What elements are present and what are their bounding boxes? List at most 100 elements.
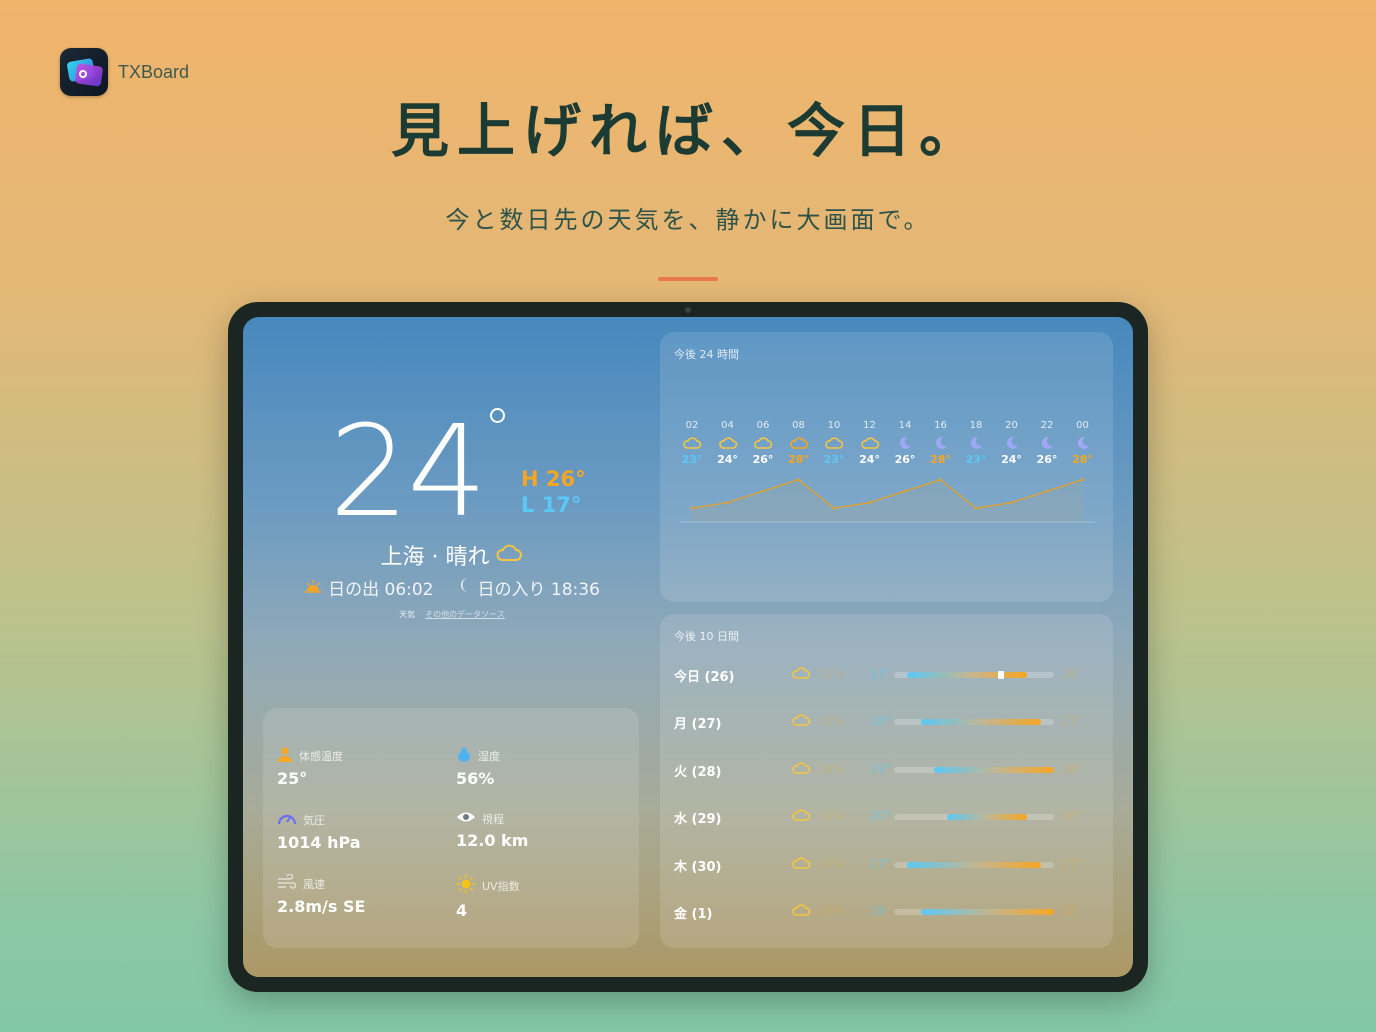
detail-value: 1014 hPa <box>277 833 361 852</box>
detail-label: 視程 <box>482 812 504 826</box>
temp-range-track <box>894 909 1054 915</box>
day-high: 28° <box>1062 761 1084 776</box>
data-attribution: 天気 その他のデータソース <box>243 609 661 620</box>
hour-label: 22 <box>1040 420 1054 431</box>
hourly-point <box>1010 501 1013 505</box>
droplet-icon <box>456 746 472 765</box>
hour-label: 12 <box>863 420 876 431</box>
daily-row: 今日 (26) 10% 17° 26° <box>674 664 1099 685</box>
hour-column: 14 26° <box>887 420 923 466</box>
cloud-icon <box>852 433 888 453</box>
hourly-area <box>692 479 1083 522</box>
hourly-point <box>903 489 907 493</box>
moon-icon <box>994 433 1030 453</box>
precip-chance: 10% <box>818 809 845 824</box>
detail-value: 25° <box>277 769 308 788</box>
day-name: 火 (28) <box>674 764 722 780</box>
current-temp-marker <box>997 671 1004 679</box>
detail-feels-like: 体感温度 25° <box>277 746 447 788</box>
detail-value: 4 <box>456 901 468 920</box>
subline: 今と数日先の天気を、静かに大画面で。 <box>445 206 931 234</box>
detail-label: 湿度 <box>478 749 500 763</box>
hour-column: 20 24° <box>994 420 1030 466</box>
sunrise-label: 日の出 06:02 <box>328 580 434 600</box>
person-icon <box>277 746 293 765</box>
cloud-icon <box>791 712 811 731</box>
temp-range-fill <box>907 861 1041 868</box>
hour-column: 16 28° <box>923 420 959 466</box>
detail-value: 2.8m/s SE <box>277 897 366 916</box>
cloud-icon <box>791 665 811 684</box>
details-panel: 体感温度 25° 湿度 56% 気圧 1014 hPa 視程 12.0 km 風… <box>263 708 639 948</box>
detail-humidity: 湿度 56% <box>456 746 626 788</box>
hour-column: 06 26° <box>745 420 781 466</box>
hour-column: 08 28° <box>781 420 817 466</box>
moon-icon <box>1065 433 1101 453</box>
day-name: 水 (29) <box>674 812 722 828</box>
camera-dot <box>685 307 691 313</box>
day-name: 金 (1) <box>674 907 713 922</box>
eye-icon <box>456 810 476 827</box>
day-low: 18° <box>870 714 892 729</box>
hourly-point <box>726 501 729 505</box>
daily-row: 水 (29) 10% 20° 26° <box>674 806 1099 828</box>
hour-column: 18 23° <box>958 420 994 466</box>
sun-icon <box>456 874 476 897</box>
hourly-point <box>1045 489 1049 493</box>
hour-column: 02 23° <box>674 420 710 466</box>
hour-label: 08 <box>792 420 805 431</box>
location-label: 上海 · 晴れ <box>380 545 490 570</box>
hourly-point <box>1081 478 1084 482</box>
day-low: 18 <box>870 904 886 918</box>
precip-chance: 10% <box>818 856 845 871</box>
cloud-icon <box>710 433 746 453</box>
data-sources-link[interactable]: その他のデータソース <box>425 609 505 620</box>
temp-range-track <box>894 671 1054 679</box>
weather-screen: 24 H 26° L 17° 上海 · 晴れ 日の出 06:02 日の入り 18… <box>243 317 1133 977</box>
hourly-point <box>761 489 765 493</box>
hour-label: 16 <box>934 420 947 431</box>
day-name: 木 (30) <box>674 859 722 875</box>
cloud-icon <box>791 760 811 779</box>
temp-range-track <box>894 814 1054 821</box>
sunset-label: 日の入り 18:36 <box>477 580 600 600</box>
day-high: 27° <box>1062 714 1084 729</box>
day-low: 20° <box>870 809 892 824</box>
precip-chance: 10% <box>818 904 845 918</box>
current-temperature: 24 <box>329 398 487 545</box>
temp-range-fill <box>947 814 1028 821</box>
detail-uv: UV指数 4 <box>456 874 626 920</box>
moon-icon <box>1029 433 1065 453</box>
weather-attribution: 天気 <box>399 610 416 619</box>
temp-range-fill <box>907 672 1028 678</box>
tablet-frame: 24 H 26° L 17° 上海 · 晴れ 日の出 06:02 日の入り 18… <box>228 302 1148 992</box>
hourly-forecast-panel: 今後 24 時間 02 23° 04 24° 06 26° 08 28° 10 23° 12 24° 1… <box>660 332 1113 602</box>
daily-row: 月 (27) 10% 18° 27° <box>674 711 1099 732</box>
low-temperature: L 17° <box>521 493 582 517</box>
sunrise-icon <box>304 578 322 598</box>
temp-range-track <box>894 766 1054 773</box>
temp-range-fill <box>934 766 1054 773</box>
high-temperature: H 26° <box>521 467 586 491</box>
wind-icon <box>277 873 297 893</box>
brand-name: TXBoard <box>118 61 190 82</box>
hour-label: 18 <box>969 420 983 431</box>
cloud-icon <box>745 433 781 453</box>
hour-label: 04 <box>721 420 734 431</box>
hour-label: 02 <box>685 420 699 431</box>
cloud-icon <box>495 543 523 567</box>
moon-icon <box>923 433 959 453</box>
daily-forecast-panel: 今後 10 日間 今日 (26) 10% 17° 26° 月 (27) 10% 18° 27°… <box>660 614 1113 948</box>
day-high: 26° <box>1062 667 1084 681</box>
hourly-point <box>797 478 800 482</box>
hour-column: 04 24° <box>710 420 746 466</box>
headline: 見上げれば、今日。 <box>390 97 985 165</box>
day-high: 27° <box>1062 856 1084 871</box>
moon-icon <box>458 577 472 598</box>
day-low: 17° <box>870 667 892 681</box>
hour-label: 00 <box>1076 420 1089 431</box>
cloud-icon <box>816 433 852 453</box>
precip-chance: 10% <box>818 667 845 681</box>
temp-range-track <box>894 861 1054 868</box>
detail-label: 気圧 <box>303 813 325 827</box>
